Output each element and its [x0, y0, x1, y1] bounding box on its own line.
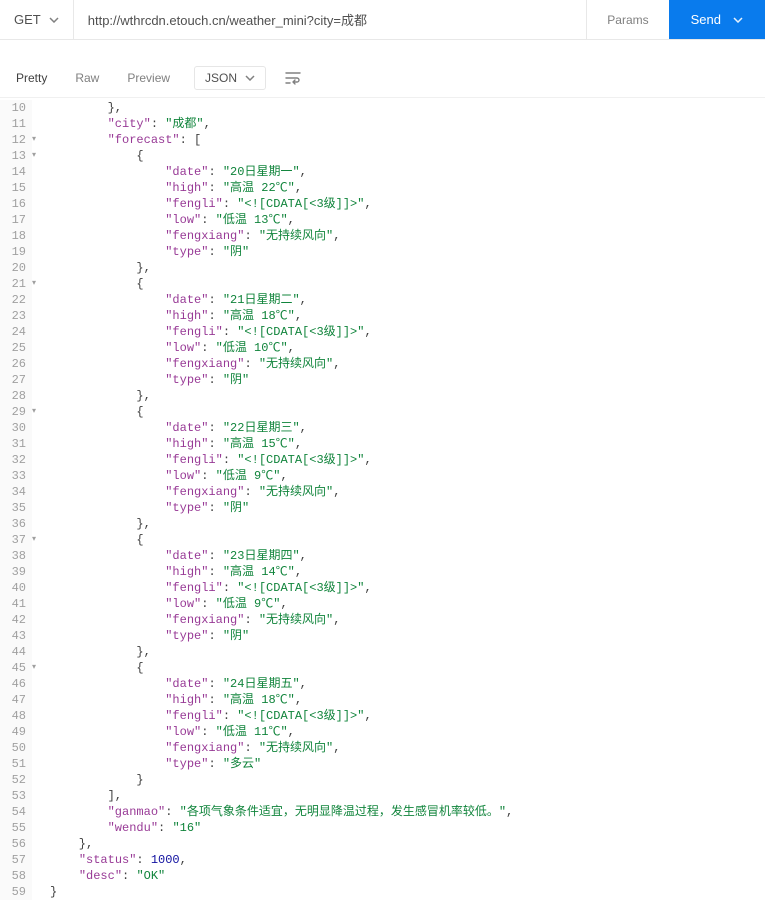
- response-body[interactable]: 1011121314151617181920212223242526272829…: [0, 98, 765, 900]
- tab-preview[interactable]: Preview: [113, 58, 184, 97]
- line-number-gutter: 1011121314151617181920212223242526272829…: [0, 100, 32, 900]
- wrap-lines-button[interactable]: [276, 66, 310, 90]
- tab-pretty[interactable]: Pretty: [2, 58, 61, 97]
- url-input[interactable]: [74, 0, 587, 39]
- chevron-down-icon: [733, 17, 743, 23]
- params-button[interactable]: Params: [586, 0, 668, 39]
- send-button[interactable]: Send: [669, 0, 765, 39]
- chevron-down-icon: [245, 75, 255, 81]
- format-select[interactable]: JSON: [194, 66, 266, 90]
- http-method-select[interactable]: GET: [0, 0, 74, 39]
- send-button-label: Send: [691, 12, 721, 27]
- tab-raw[interactable]: Raw: [61, 58, 113, 97]
- format-label: JSON: [205, 71, 237, 85]
- chevron-down-icon: [49, 17, 59, 23]
- http-method-label: GET: [14, 12, 41, 27]
- code-content: }, "city": "成都", "forecast": [ { "date":…: [32, 100, 765, 900]
